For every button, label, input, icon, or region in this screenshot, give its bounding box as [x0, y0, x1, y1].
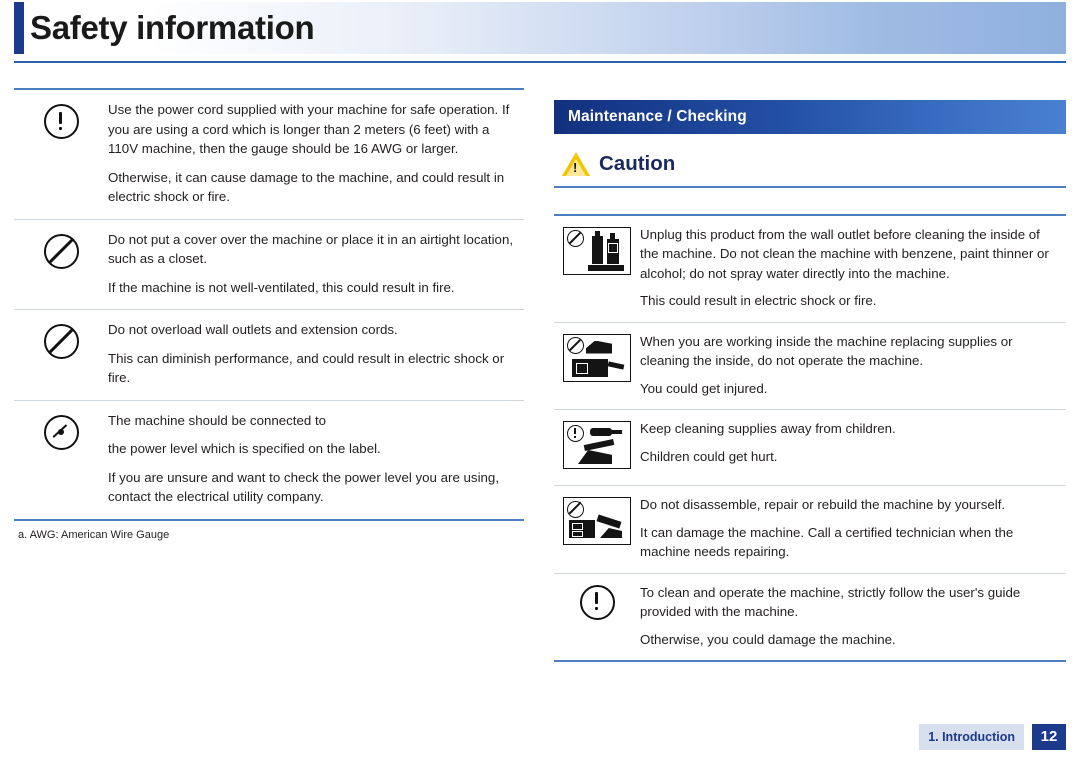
row-paragraph: Children could get hurt. [640, 448, 778, 464]
row-text-cell: When you are working inside the machine … [640, 322, 1066, 410]
row-paragraph: This could result in electric shock or f… [640, 293, 877, 308]
table-row: When you are working inside the machine … [554, 322, 1066, 410]
header-accent-bar [14, 2, 24, 54]
page-title: Safety information [30, 9, 315, 46]
row-paragraph: Use the power cord supplied with your ma… [108, 102, 510, 156]
row-text-cell: To clean and operate the machine, strict… [640, 573, 1066, 660]
table-row: Do not overload wall outlets and extensi… [14, 309, 524, 401]
footer-chapter-label: 1. Introduction [919, 724, 1024, 750]
prohibition-icon [43, 324, 79, 359]
row-paragraph: Do not disassemble, repair or rebuild th… [640, 497, 1006, 512]
row-icon-cell [554, 322, 640, 410]
row-text-cell: Do not overload wall outlets and extensi… [108, 309, 524, 401]
row-paragraph: The machine should be connected to [108, 412, 327, 428]
left-column: Use the power cord supplied with your ma… [14, 88, 524, 542]
row-icon-cell [14, 309, 108, 401]
row-icon-cell [14, 219, 108, 310]
row-paragraph: Do not put a cover over the machine or p… [108, 231, 514, 267]
no-cleaning-solvent-icon [563, 226, 631, 275]
row-text-cell: Unplug this product from the wall outlet… [640, 215, 1066, 323]
row-paragraph: Otherwise, it can cause damage to the ma… [108, 169, 505, 205]
row-text-cell: Use the power cord supplied with your ma… [108, 90, 524, 220]
row-paragraph: Unplug this product from the wall outlet… [640, 226, 1049, 281]
prohibition-icon [43, 233, 79, 269]
table-row: To clean and operate the machine, strict… [554, 573, 1066, 660]
row-text-cell: Do not put a cover over the machine or p… [108, 219, 524, 310]
row-paragraph: If the machine is not well-ventilated, t… [108, 279, 455, 295]
table-row: Unplug this product from the wall outlet… [554, 215, 1066, 323]
caution-label: Caution [599, 152, 676, 175]
table-row: Use the power cord supplied with your ma… [14, 90, 524, 220]
row-paragraph: Keep cleaning supplies away from childre… [640, 421, 896, 436]
maintenance-table: Unplug this product from the wall outlet… [554, 215, 1066, 661]
footer-page-number: 12 [1032, 724, 1066, 750]
keep-away-from-children-icon [563, 421, 631, 469]
no-operate-while-servicing-icon [563, 333, 631, 382]
page-header: Safety information [0, 0, 1080, 63]
footnote: a. AWG: American Wire Gauge [18, 528, 170, 541]
no-disassemble-icon [563, 497, 631, 545]
row-text-cell: The machine should be connected to the p… [108, 400, 524, 519]
exclamation-circle-icon [43, 104, 79, 139]
section-title: Maintenance / Checking [554, 100, 1066, 134]
row-paragraph: When you are working inside the machine … [640, 333, 1013, 369]
row-icon-cell [554, 485, 640, 574]
row-text-cell: Keep cleaning supplies away from childre… [640, 409, 1066, 486]
table-row: Do not disassemble, repair or rebuild th… [554, 485, 1066, 574]
row-icon-cell [14, 90, 108, 220]
power-safety-table: Use the power cord supplied with your ma… [14, 90, 524, 519]
right-column: Maintenance / Checking Caution [554, 100, 1066, 662]
row-icon-cell [554, 215, 640, 323]
row-paragraph: To clean and operate the machine, strict… [640, 584, 1021, 620]
row-paragraph: This can diminish performance, and could… [108, 350, 505, 386]
maintenance-bottom-divider [554, 660, 1066, 662]
row-paragraph: Otherwise, you could damage the machine. [640, 631, 896, 647]
row-paragraph: If you are unsure and want to check the … [108, 469, 500, 505]
unplug-icon [43, 414, 79, 450]
table-row: The machine should be connected to the p… [14, 400, 524, 519]
table-row: Keep cleaning supplies away from childre… [554, 409, 1066, 486]
row-paragraph: It can damage the machine. Call a certif… [640, 524, 1014, 560]
row-paragraph: You could get injured. [640, 380, 768, 396]
page-footer: 1. Introduction 12 [0, 722, 1080, 763]
row-icon-cell [554, 573, 640, 660]
row-text-cell: Do not disassemble, repair or rebuild th… [640, 485, 1066, 574]
header-divider [14, 61, 1066, 63]
row-icon-cell [554, 409, 640, 486]
caution-heading: Caution [554, 134, 1066, 186]
row-icon-cell [14, 400, 108, 519]
exclamation-circle-icon [579, 584, 615, 620]
caution-triangle-icon [562, 152, 590, 176]
row-paragraph: Do not overload wall outlets and extensi… [108, 322, 398, 337]
row-paragraph: the power level which is specified on th… [108, 441, 381, 456]
table-row: Do not put a cover over the machine or p… [14, 219, 524, 310]
caution-divider [554, 186, 1066, 188]
